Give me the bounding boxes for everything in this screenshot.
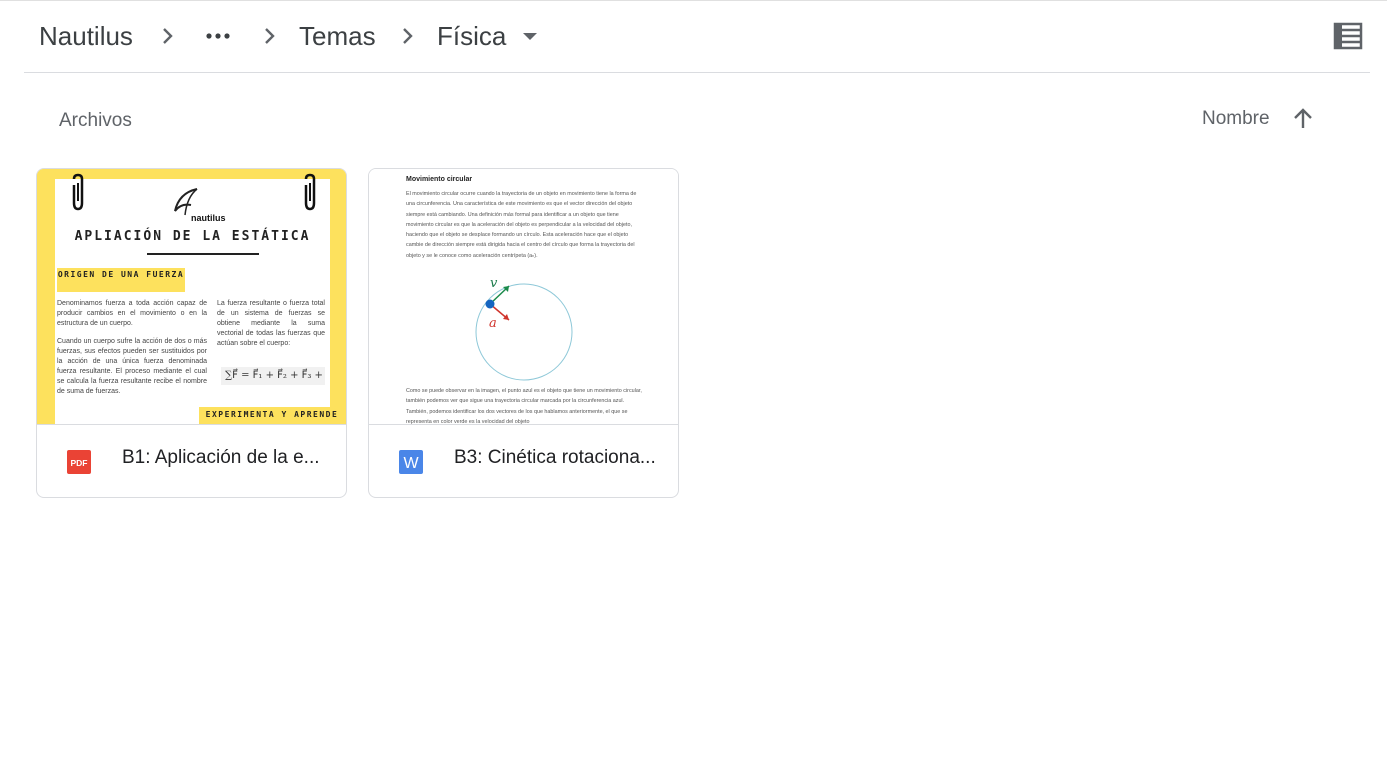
file-card-footer: PDF B1: Aplicación de la e... <box>37 425 346 497</box>
poster-border-right <box>330 169 346 424</box>
arrow-drop-down-icon[interactable] <box>518 24 542 48</box>
poster-border-left <box>37 169 55 424</box>
word-file-icon: W <box>399 450 423 474</box>
paperclip-icon <box>304 173 316 211</box>
file-thumbnail: Movimiento circular El movimiento circul… <box>369 169 678 425</box>
chevron-right-icon <box>163 28 173 44</box>
list-view-icon[interactable] <box>1332 20 1364 52</box>
poster-heading: ORIGEN DE UNA FUERZA <box>57 268 185 292</box>
arrow-upward-icon[interactable] <box>1290 106 1316 132</box>
poster-title: APLIACIÓN DE LA ESTÁTICA <box>74 229 311 244</box>
poster-paragraph: La fuerza resultante o fuerza total de u… <box>217 300 325 347</box>
poster-paragraph: Denominamos fuerza a toda acción capaz d… <box>57 300 207 327</box>
chevron-right-icon <box>265 28 275 44</box>
doc-paragraph: El movimiento circular ocurre cuando la … <box>406 191 637 259</box>
poster-title-underline <box>147 253 259 255</box>
velocity-label: v <box>490 276 498 291</box>
breadcrumb-root[interactable]: Nautilus <box>39 18 133 54</box>
breadcrumb-parent[interactable]: Temas <box>299 18 376 54</box>
poster-footer-heading: EXPERIMENTA Y APRENDE <box>199 407 345 424</box>
file-name[interactable]: B1: Aplicación de la e... <box>122 447 332 469</box>
file-card[interactable]: nautilus APLIACIÓN DE LA ESTÁTICA ORIGEN… <box>36 168 347 498</box>
breadcrumb-current[interactable]: Física <box>437 18 506 54</box>
pdf-file-icon: PDF <box>67 450 91 474</box>
file-type-label: W <box>403 455 419 472</box>
poster-paragraph: Cuando un cuerpo sufre la acción de dos … <box>57 338 207 395</box>
file-name[interactable]: B3: Cinética rotaciona... <box>454 447 664 469</box>
doc-title: Movimiento circular <box>406 176 473 183</box>
chevron-right-icon <box>403 28 413 44</box>
more-horiz-icon[interactable] <box>204 24 232 48</box>
circular-motion-diagram: v a <box>475 276 573 381</box>
sort-by-name-button[interactable]: Nombre <box>1202 108 1270 130</box>
file-type-label: PDF <box>71 458 88 468</box>
poster-left-column: Denominamos fuerza a toda acción capaz d… <box>57 299 207 397</box>
doc-paragraph: Como se puede observar en la imagen, el … <box>406 388 642 425</box>
file-thumbnail: nautilus APLIACIÓN DE LA ESTÁTICA ORIGEN… <box>37 169 346 425</box>
file-card-footer: W B3: Cinética rotaciona... <box>369 425 678 497</box>
poster-formula: ∑F⃗ = F⃗₁ + F⃗₂ + F⃗₃ + ... + F⃗ₙ <box>221 367 325 385</box>
breadcrumb-bar: Nautilus Temas Física <box>24 0 1370 73</box>
paperclip-icon <box>72 173 84 211</box>
file-card[interactable]: Movimiento circular El movimiento circul… <box>368 168 679 498</box>
acceleration-label: a <box>489 316 497 331</box>
svg-text:nautilus: nautilus <box>191 213 226 223</box>
section-title: Archivos <box>59 110 132 131</box>
poster-right-column: La fuerza resultante o fuerza total de u… <box>217 299 325 349</box>
nautilus-logo: nautilus <box>174 188 226 223</box>
